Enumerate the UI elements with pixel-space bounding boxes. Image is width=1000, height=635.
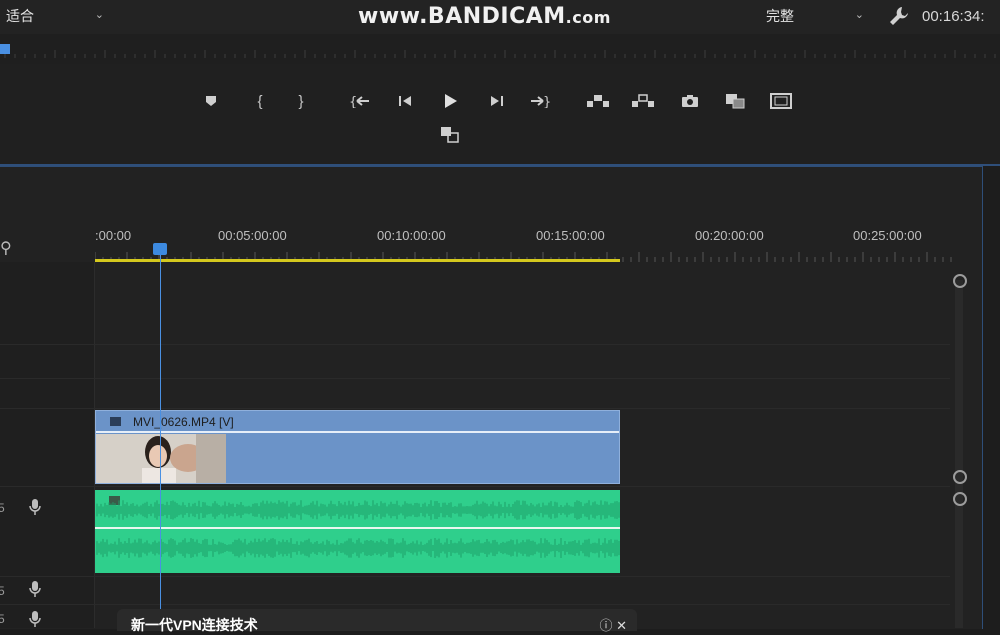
- lift-icon[interactable]: [585, 90, 611, 112]
- track-target-marker: 5: [0, 501, 5, 515]
- track-divider: [0, 378, 950, 379]
- work-area-bar[interactable]: [95, 259, 620, 262]
- svg-text:}: }: [543, 95, 551, 108]
- ruler-label: 00:25:00:00: [853, 228, 922, 243]
- scroll-handle[interactable]: [953, 492, 967, 506]
- playback-resolution-value: 完整: [766, 8, 794, 24]
- watermark-text: www.BANDICAM: [358, 4, 566, 29]
- playhead-line[interactable]: [160, 255, 161, 628]
- audio-clip[interactable]: [95, 490, 620, 573]
- program-monitor-ruler[interactable]: [0, 34, 1000, 64]
- comparison-view-icon[interactable]: [722, 90, 748, 112]
- wrench-icon[interactable]: ⚲: [0, 238, 12, 258]
- ruler-label: :00:00: [95, 228, 132, 243]
- step-back-icon[interactable]: [392, 90, 418, 112]
- time-ruler[interactable]: :00:00 00:05:00:00 00:10:00:00 00:15:00:…: [95, 228, 955, 248]
- play-icon[interactable]: [437, 90, 463, 112]
- fx-badge-icon: [110, 417, 121, 426]
- track-target-marker: 5: [0, 612, 5, 626]
- ruler-label: 00:20:00:00: [695, 228, 764, 243]
- track-headers: [0, 262, 95, 628]
- transport-controls: { } { }: [0, 64, 1000, 166]
- playback-resolution-dropdown[interactable]: 完整 ⌄: [766, 6, 870, 26]
- track-divider: [0, 408, 950, 409]
- scroll-handle[interactable]: [953, 274, 967, 288]
- scroll-handle[interactable]: [953, 470, 967, 484]
- export-frame-icon[interactable]: [677, 90, 703, 112]
- proxy-toggle-icon[interactable]: [437, 124, 463, 146]
- watermark-suffix: .com: [565, 8, 611, 27]
- chevron-down-icon: ⌄: [94, 9, 104, 21]
- chevron-down-icon: ⌄: [854, 9, 864, 21]
- channel-divider: [95, 527, 620, 529]
- video-clip[interactable]: MVI_0626.MP4 [V]: [95, 410, 620, 484]
- go-to-out-icon[interactable]: }: [527, 90, 553, 112]
- safe-margins-icon[interactable]: [768, 90, 794, 112]
- extract-icon[interactable]: [630, 90, 656, 112]
- notification-text: 新一代VPN连接技术: [131, 617, 258, 633]
- audio-waveform: [96, 500, 620, 558]
- zoom-level-dropdown[interactable]: 适合 ⌄: [6, 6, 110, 26]
- current-timecode[interactable]: 00:16:34:: [922, 8, 985, 25]
- track-target-marker: 5: [0, 584, 5, 598]
- marker-icon[interactable]: [198, 90, 224, 112]
- track-divider: [0, 344, 950, 345]
- step-forward-icon[interactable]: [484, 90, 510, 112]
- zoom-level-value: 适合: [6, 8, 34, 24]
- ruler-label: 00:05:00:00: [218, 228, 287, 243]
- clip-opacity-line: [96, 431, 619, 433]
- svg-text:{: {: [349, 95, 357, 108]
- vertical-scrollbar[interactable]: [955, 280, 963, 628]
- settings-wrench-icon[interactable]: [888, 5, 910, 27]
- voice-over-mic-icon[interactable]: [28, 610, 42, 628]
- mini-ruler-ticks: [4, 50, 996, 58]
- track-divider: [0, 576, 950, 577]
- notification-controls[interactable]: ⓘ ✕: [599, 615, 627, 634]
- program-playhead-marker[interactable]: [0, 44, 10, 54]
- voice-over-mic-icon[interactable]: [28, 580, 42, 598]
- go-to-in-icon[interactable]: {: [347, 90, 373, 112]
- playhead-handle[interactable]: [153, 243, 167, 255]
- ruler-label: 00:10:00:00: [377, 228, 446, 243]
- track-divider: [0, 604, 950, 605]
- bandicam-watermark: www.BANDICAM.com: [358, 4, 611, 29]
- mark-out-icon[interactable]: }: [288, 90, 314, 112]
- mark-in-icon[interactable]: {: [247, 90, 273, 112]
- program-monitor-toolbar: 适合 ⌄ www.BANDICAM.com 完整 ⌄ 00:16:34:: [0, 0, 1000, 34]
- ruler-label: 00:15:00:00: [536, 228, 605, 243]
- video-thumbnail: [96, 434, 226, 483]
- voice-over-mic-icon[interactable]: [28, 498, 42, 516]
- track-divider: [0, 486, 950, 487]
- video-clip-label: MVI_0626.MP4 [V]: [133, 415, 234, 429]
